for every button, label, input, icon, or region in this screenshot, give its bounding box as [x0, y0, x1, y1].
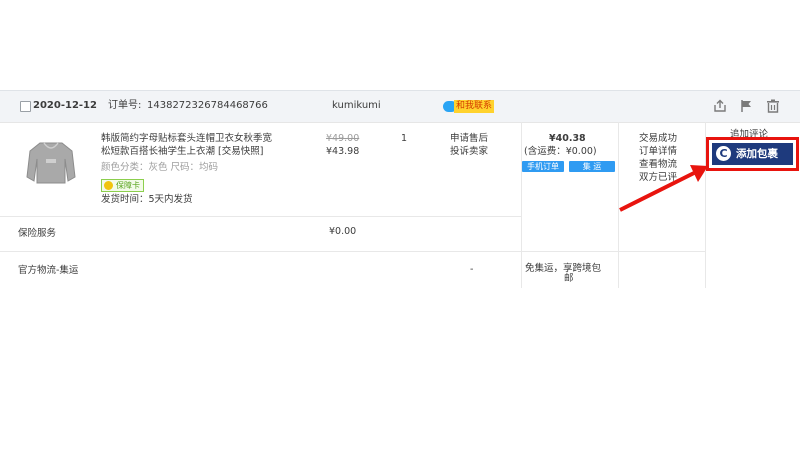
product-attributes: 颜色分类：灰色 尺码：均码 — [101, 162, 219, 173]
product-thumbnail[interactable] — [24, 137, 78, 189]
mobile-order-tag: 手机订单 — [522, 161, 564, 172]
logistics-label: 官方物流-集运 — [18, 265, 79, 276]
trash-icon[interactable] — [766, 99, 780, 113]
order-number-label: 订单号: — [108, 100, 142, 111]
insurance-label: 保险服务 — [18, 228, 57, 239]
divider — [0, 216, 521, 217]
shipping-included: (含运费：¥0.00) — [524, 146, 597, 157]
guarantee-badge: 保障卡 — [101, 179, 144, 192]
divider — [521, 122, 522, 288]
quantity: 1 — [401, 133, 408, 144]
free-consolidation-note-line1: 免集运，享跨境包 — [525, 263, 602, 274]
after-sale-link[interactable]: 申请售后 — [450, 132, 488, 145]
flag-icon[interactable] — [739, 99, 753, 113]
red-arrow-annotation — [619, 165, 708, 212]
seller-name[interactable]: kumikumi — [332, 100, 381, 112]
status-trade-success: 交易成功 — [639, 133, 678, 144]
guarantee-icon — [104, 181, 113, 190]
ship-time: 发货时间：5天内发货 — [101, 194, 193, 205]
original-price: ¥49.00 — [326, 133, 360, 144]
contact-seller-label: 和我联系 — [454, 100, 495, 113]
consolidated-shipping-tag: 集 运 — [569, 161, 615, 172]
complain-seller-link[interactable]: 投诉卖家 — [450, 145, 488, 158]
package-logo-icon: C — [716, 146, 731, 161]
order-date: 2020-12-12 — [33, 100, 97, 111]
free-consolidation-note-line2: 邮 — [564, 273, 574, 284]
share-icon[interactable] — [713, 99, 727, 113]
order-header: 2020-12-12 订单号: 1438272326784468766 kumi… — [0, 90, 800, 123]
total-amount: ¥40.38 — [549, 133, 586, 144]
guarantee-label: 保障卡 — [116, 181, 140, 190]
add-package-button-body: C 添加包裹 — [712, 143, 793, 165]
current-price: ¥43.98 — [326, 146, 360, 157]
order-select-checkbox[interactable] — [20, 101, 31, 112]
order-details-link[interactable]: 订单详情 — [639, 145, 677, 158]
divider — [0, 251, 705, 252]
insurance-price: ¥0.00 — [329, 226, 357, 237]
page: { "order": { "date": "2020-12-12", "orde… — [0, 0, 800, 450]
logistics-dash: - — [470, 264, 474, 275]
product-title-line1[interactable]: 韩版简约字母贴标套头连帽卫衣女秋季宽 — [101, 132, 272, 145]
contact-seller-button[interactable]: 和我联系 — [443, 100, 503, 113]
add-package-button[interactable]: C 添加包裹 — [706, 137, 799, 171]
add-package-label: 添加包裹 — [736, 148, 778, 160]
order-number: 1438272326784468766 — [147, 100, 268, 111]
product-title-line2[interactable]: 松短款百搭长袖学生上衣潮 [交易快照] — [101, 145, 263, 158]
